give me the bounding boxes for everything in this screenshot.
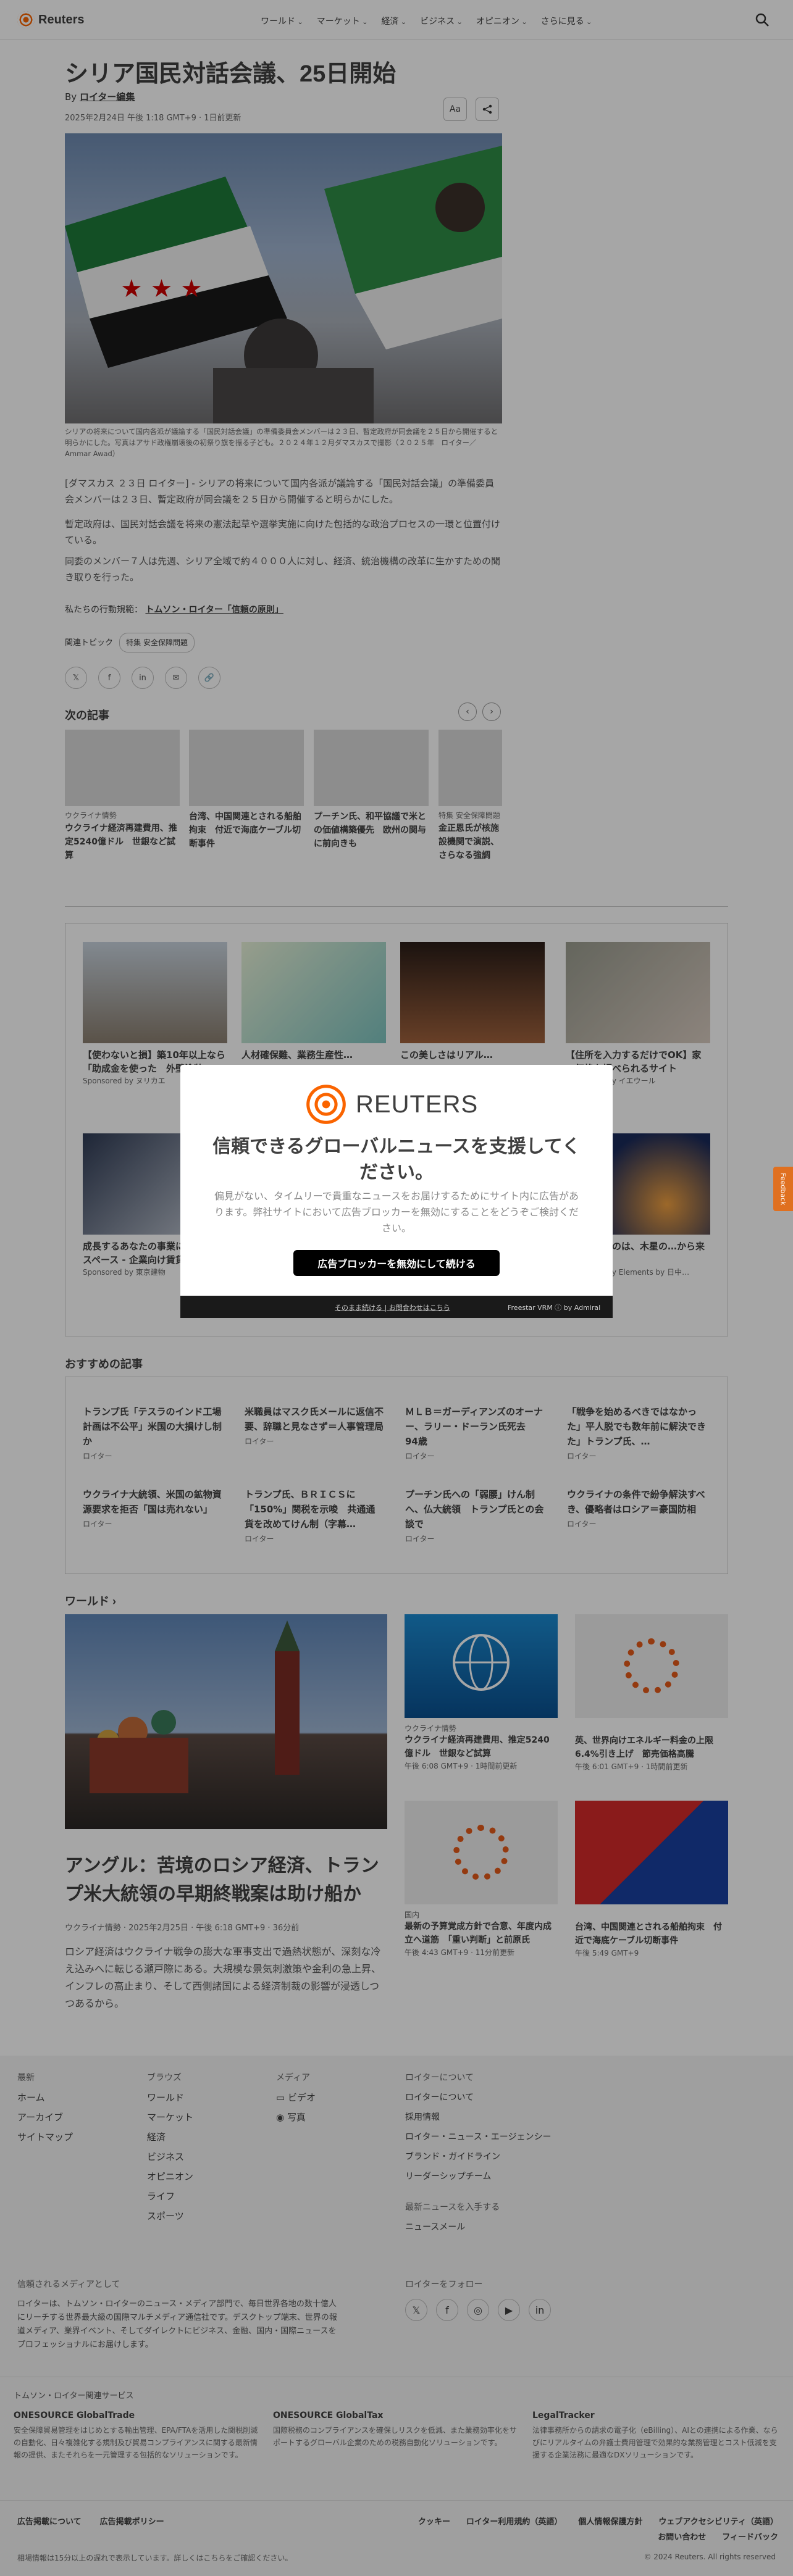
modal-logo-text: REUTERS (356, 1090, 479, 1118)
continue-anyway-link[interactable]: そのまま続ける | お問合わせはこちら (335, 1303, 450, 1312)
modal-heading: 信頼できるグローバルニュースを支援してください。 (212, 1136, 581, 1183)
modal-logo: REUTERS (304, 1082, 478, 1127)
admiral-credit: Freestar VRM ⓘ by Admiral (508, 1304, 601, 1312)
adblock-modal: REUTERS 信頼できるグローバルニュースを支援してください。 偏見がない、タ… (180, 1065, 613, 1318)
disable-adblock-button[interactable]: 広告ブロッカーを無効にして続ける (293, 1250, 500, 1276)
modal-body: 偏見がない、タイムリーで貴重なニュースをお届けするためにサイト内に広告があります… (214, 1190, 579, 1234)
feedback-tab[interactable]: Feedback (773, 1167, 793, 1211)
modal-footer-bar: そのまま続ける | お問合わせはこちら Freestar VRM ⓘ by Ad… (180, 1296, 613, 1318)
reuters-logo-icon (304, 1082, 348, 1127)
button-label: 広告ブロッカーを無効にして続ける (317, 1258, 476, 1270)
